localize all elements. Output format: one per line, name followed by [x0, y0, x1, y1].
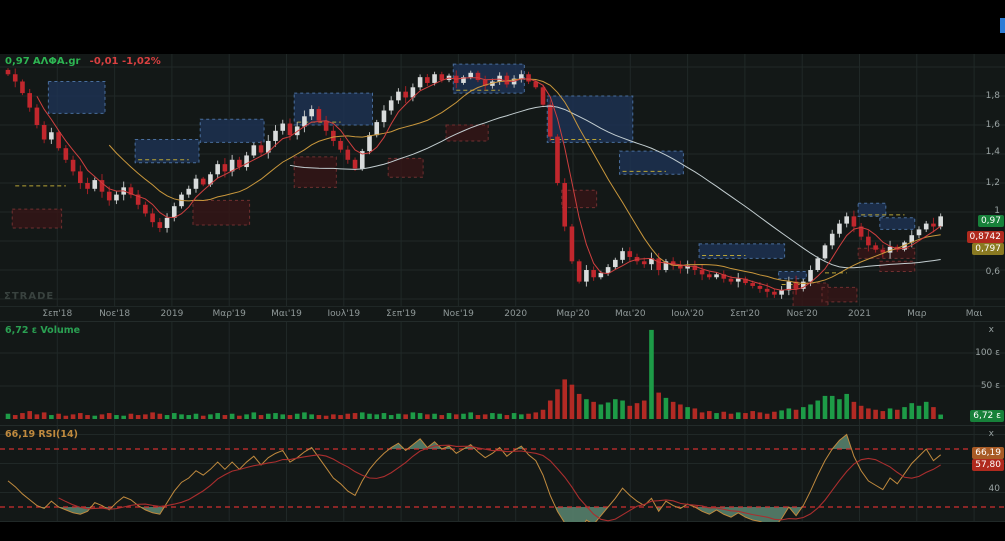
rsi-chart[interactable]: [0, 426, 1005, 522]
ma-fast-badge: 0,8742: [966, 231, 1004, 243]
header-strip: [0, 0, 1005, 54]
date-label: 2021: [848, 309, 871, 319]
rsi-value-badge: 66,19: [972, 447, 1004, 459]
ma-slow-badge: 0,797: [972, 243, 1004, 255]
volume-axis-label: 50 ε: [980, 381, 1000, 391]
broker-watermark: ΣTRADE: [4, 291, 55, 302]
date-label: Μαι: [965, 309, 983, 319]
rsi-close-button[interactable]: x: [989, 430, 994, 439]
date-label: Νοε'20: [786, 309, 818, 319]
rsi-panel[interactable]: 66,19 RSI(14) x 604066,1957,80: [0, 425, 1005, 522]
price-axis-label: 0,6: [985, 267, 1000, 277]
price-chart-panel[interactable]: 0,97 ΑΛΦΑ.gr -0,01 -1,02% ΣTRADE 1,8 1,6 1…: [0, 54, 1005, 306]
ticker-price: 0,97: [5, 56, 30, 67]
ticker-symbol: ΑΛΦΑ.gr: [32, 56, 81, 67]
price-axis-label: 1,8: [985, 91, 1000, 101]
date-label: Ιουλ'20: [671, 309, 704, 319]
date-label: Μαι'19: [271, 309, 302, 319]
date-label: Νοε'18: [99, 309, 131, 319]
price-axis-label: 1,2: [985, 178, 1000, 188]
volume-badge: 6,72 ε: [970, 410, 1004, 422]
date-label: Σεπ'19: [386, 309, 417, 319]
ticker-readout: 0,97 ΑΛΦΑ.gr -0,01 -1,02%: [5, 56, 161, 67]
rsi-axis-label: 40: [988, 484, 1000, 494]
date-label: 2020: [504, 309, 528, 319]
last-price-badge: 0,97: [977, 215, 1004, 227]
price-chart[interactable]: [0, 54, 1005, 306]
date-label: 2019: [160, 309, 184, 319]
date-label: Μαι'20: [614, 309, 646, 319]
volume-label: 6,72 ε Volume: [5, 325, 81, 336]
date-label: Μαρ'19: [212, 309, 246, 319]
rsi-signal-badge: 57,80: [972, 459, 1004, 471]
date-label: Μαρ: [907, 309, 927, 319]
ticker-change: -0,01 -1,02%: [89, 56, 161, 67]
date-label: Σεπ'18: [42, 309, 73, 319]
date-label: Ιουλ'19: [327, 309, 361, 319]
volume-close-button[interactable]: x: [989, 326, 994, 335]
rsi-label: 66,19 RSI(14): [5, 429, 78, 440]
scrollbar-fragment[interactable]: [1000, 18, 1005, 33]
volume-axis-label: 100 ε: [975, 348, 1000, 358]
price-axis-label: 1,4: [985, 147, 1000, 157]
volume-chart[interactable]: [0, 322, 1005, 426]
price-axis-label: 1,6: [985, 120, 1000, 130]
trading-app: 0,97 ΑΛΦΑ.gr -0,01 -1,02% ΣTRADE 1,8 1,6 1…: [0, 0, 1005, 541]
date-axis[interactable]: Σεπ'18 Νοε'18 2019 Μαρ'19 Μαι'19 Ιουλ'19 Σεπ'1…: [0, 306, 1005, 321]
volume-panel[interactable]: 6,72 ε Volume x 100 ε 50 ε 6,72 ε: [0, 321, 1005, 426]
date-label: Σεπ'20: [729, 309, 760, 319]
date-label: Μαρ'20: [556, 309, 590, 319]
date-label: Νοε'19: [442, 309, 474, 319]
